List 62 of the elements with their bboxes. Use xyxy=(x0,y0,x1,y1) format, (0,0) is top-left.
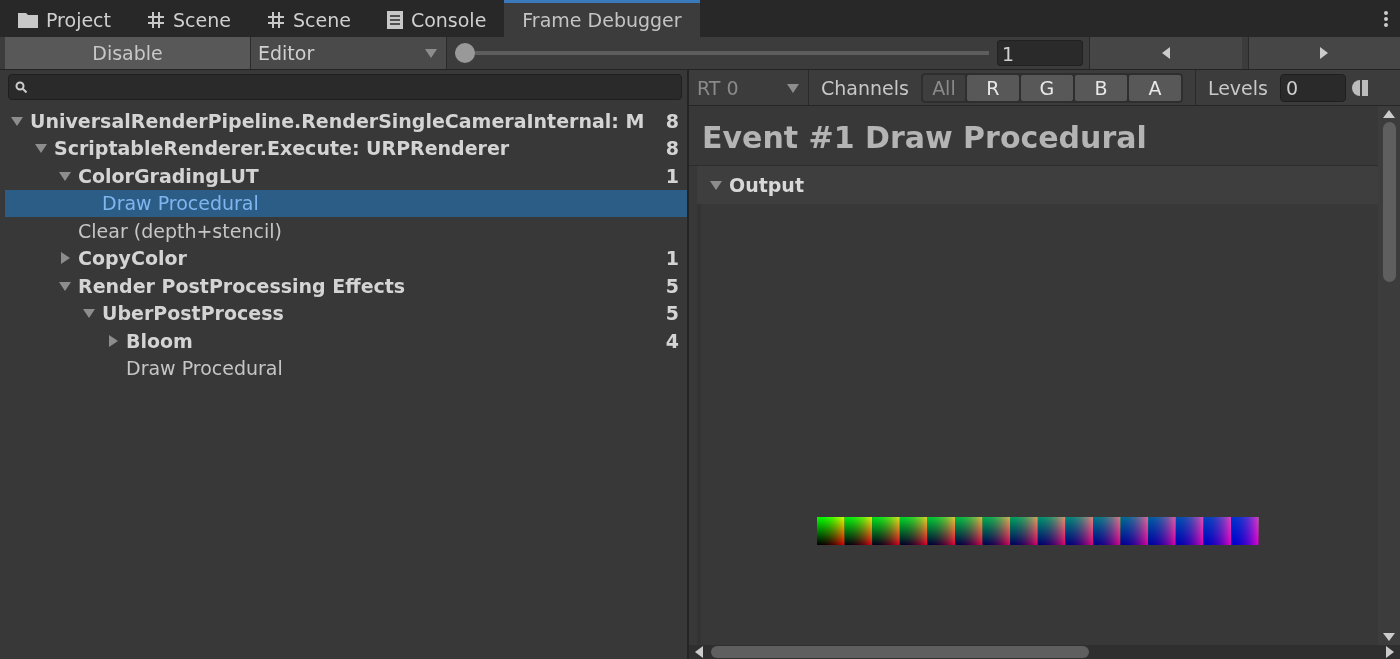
tree-row[interactable]: UniversalRenderPipeline.RenderSingleCameraInternal: M 8 xyxy=(5,107,687,135)
channels-label: Channels xyxy=(821,76,909,99)
caret-icon[interactable] xyxy=(58,251,72,266)
scroll-right-icon[interactable] xyxy=(1386,646,1394,658)
search-icon xyxy=(15,81,27,93)
grid-icon xyxy=(147,11,165,29)
tree-label: ColorGradingLUT xyxy=(78,164,260,187)
event-count: 4 xyxy=(665,329,679,352)
tree-label: Render PostProcessing Effects xyxy=(78,274,407,297)
tree-row[interactable]: CopyColor 1 xyxy=(5,244,687,272)
caret-icon[interactable] xyxy=(424,46,438,60)
tree-row[interactable]: UberPostProcess 5 xyxy=(5,299,687,327)
levels-field[interactable]: 0 xyxy=(1279,73,1346,102)
tree-row[interactable]: Clear (depth+stencil) xyxy=(5,217,687,245)
tree-row[interactable]: ScriptableRenderer.Execute: URPRenderer 8 xyxy=(5,134,687,162)
console-icon xyxy=(386,11,403,29)
tree-row[interactable]: Render PostProcessing Effects 5 xyxy=(5,272,687,300)
grid-icon xyxy=(266,11,285,29)
tree-label: ScriptableRenderer.Execute: URPRenderer xyxy=(54,137,511,160)
channel-toggle[interactable]: G xyxy=(1020,74,1073,101)
slider-thumb[interactable] xyxy=(455,43,475,63)
right-triangle-icon xyxy=(1320,47,1329,59)
tab[interactable]: Scene xyxy=(248,0,369,37)
event-count: 5 xyxy=(665,302,679,325)
output-section-header[interactable]: Output xyxy=(697,166,1378,204)
event-count: 8 xyxy=(665,137,679,160)
tree-label: UberPostProcess xyxy=(102,302,285,325)
search-field[interactable] xyxy=(8,74,682,100)
tab[interactable]: Scene xyxy=(129,0,249,37)
tree-row[interactable]: ColorGradingLUT 1 xyxy=(5,162,687,190)
left-triangle-icon xyxy=(1161,47,1170,59)
channel-toggle[interactable]: B xyxy=(1074,74,1127,101)
tree-row[interactable]: Bloom 4 xyxy=(5,327,687,355)
event-number-field[interactable]: 1 xyxy=(997,40,1083,66)
tree-label: CopyColor xyxy=(78,247,188,270)
event-count: 1 xyxy=(665,247,679,270)
levels-label: Levels xyxy=(1207,76,1268,99)
tree-label: Bloom xyxy=(126,329,194,352)
channel-toggle[interactable]: R xyxy=(966,74,1019,101)
event-count: 8 xyxy=(665,109,679,132)
tree-row[interactable]: Draw Procedural xyxy=(5,354,687,382)
tab[interactable]: Project xyxy=(0,0,129,37)
target-dropdown[interactable]: Editor xyxy=(251,37,447,69)
event-count: 1 xyxy=(665,164,679,187)
scroll-left-icon[interactable] xyxy=(695,646,703,658)
scroll-up-icon[interactable] xyxy=(1383,110,1395,118)
tree-label: Clear (depth+stencil) xyxy=(78,219,283,242)
scroll-down-icon[interactable] xyxy=(1383,633,1395,641)
range-handle-icon[interactable] xyxy=(1351,79,1368,96)
channel-toggle[interactable]: A xyxy=(1128,74,1181,101)
horizontal-scrollbar-thumb[interactable] xyxy=(711,646,1089,658)
disable-button[interactable]: Disable xyxy=(5,37,251,69)
tab[interactable]: Frame Debugger xyxy=(504,0,700,37)
tree-label: Draw Procedural xyxy=(126,357,284,380)
event-count: 5 xyxy=(665,274,679,297)
vertical-scrollbar-thumb[interactable] xyxy=(1382,122,1396,282)
caret-icon[interactable] xyxy=(106,333,120,348)
tree-label: Draw Procedural xyxy=(102,192,260,215)
tab[interactable]: Console xyxy=(368,0,505,37)
tree-label: UniversalRenderPipeline.RenderSingleCameraInternal: M xyxy=(30,109,646,132)
folder-icon xyxy=(18,12,38,28)
caret-icon[interactable] xyxy=(709,178,723,192)
